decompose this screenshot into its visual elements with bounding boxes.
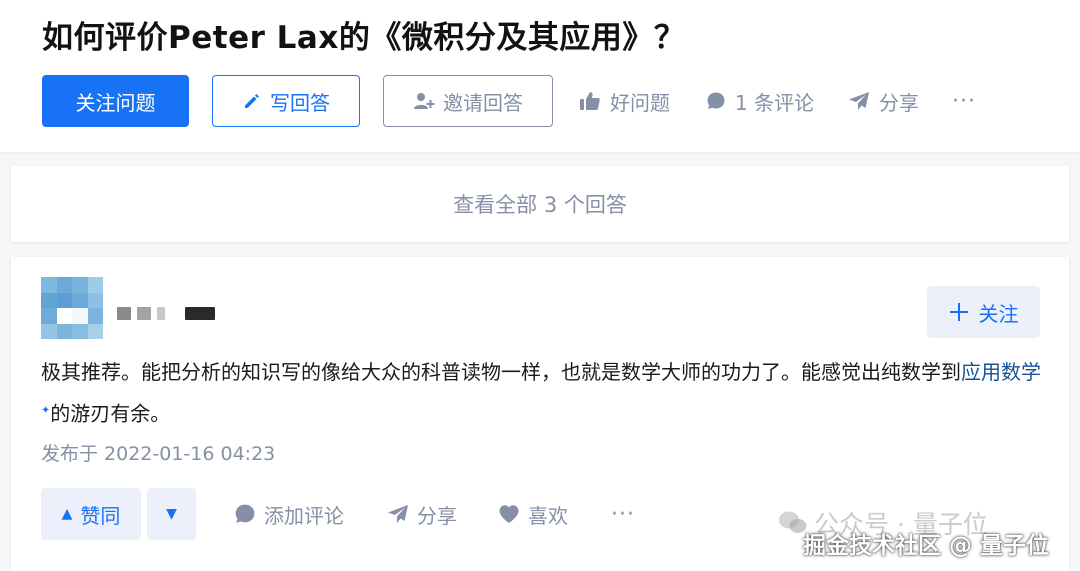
follow-author-button[interactable]: 关注 — [927, 286, 1040, 338]
write-answer-button[interactable]: 写回答 — [212, 75, 360, 127]
answer-more-button[interactable]: ··· — [611, 488, 635, 540]
answer-text-part1: 极其推荐。能把分析的知识写的像给大众的科普读物一样，也就是数学大师的功力了。能感… — [41, 360, 961, 384]
sparkle-icon: ✦ — [41, 403, 51, 416]
like-button[interactable]: 喜欢 — [498, 488, 568, 540]
publish-date[interactable]: 发布于 2022-01-16 04:23 — [41, 439, 275, 466]
question-header: 如何评价Peter Lax的《微积分及其应用》？ 关注问题 写回答 邀请回答 好… — [0, 0, 1080, 152]
upvote-icon: ▲ — [61, 506, 73, 522]
answer-share-label: 分享 — [417, 503, 457, 528]
upvote-button[interactable]: ▲ 赞同 — [41, 488, 141, 540]
comment-icon — [235, 504, 255, 523]
invite-answer-label: 邀请回答 — [443, 90, 523, 115]
applied-math-link-text: 应用数学 — [961, 360, 1041, 384]
more-icon: ··· — [952, 88, 976, 114]
question-share-label: 分享 — [879, 90, 919, 115]
add-user-icon — [414, 93, 435, 109]
view-all-answers-button[interactable]: 查看全部 3 个回答 — [11, 166, 1069, 242]
follow-author-label: 关注 — [978, 301, 1019, 326]
upvote-label: 赞同 — [80, 503, 121, 528]
answer-content: 极其推荐。能把分析的知识写的像给大众的科普读物一样，也就是数学大师的功力了。能感… — [41, 353, 1041, 433]
good-question-button[interactable]: 好问题 — [579, 75, 670, 127]
answer-text-part2: 的游刃有余。 — [50, 401, 171, 426]
watermark-juejin: 掘金技术社区 @ 量子位 — [803, 533, 1050, 559]
question-title[interactable]: 如何评价Peter Lax的《微积分及其应用》？ — [42, 12, 685, 57]
share-icon — [388, 505, 408, 523]
follow-question-label: 关注问题 — [75, 90, 156, 115]
downvote-button[interactable]: ▼ — [147, 488, 196, 540]
question-more-button[interactable]: ··· — [952, 75, 976, 127]
view-all-answers-label: 查看全部 3 个回答 — [453, 193, 627, 217]
comment-icon — [707, 92, 725, 109]
add-comment-button[interactable]: 添加评论 — [234, 488, 344, 540]
question-comment-button[interactable]: 1 条评论 — [706, 75, 814, 127]
author-name-redacted[interactable] — [117, 307, 215, 320]
invite-answer-button[interactable]: 邀请回答 — [383, 75, 553, 127]
downvote-icon: ▼ — [166, 506, 177, 522]
plus-icon — [949, 303, 968, 321]
avatar[interactable] — [41, 277, 103, 339]
more-icon: ··· — [611, 501, 635, 527]
like-label: 喜欢 — [528, 503, 568, 528]
share-icon — [849, 92, 869, 110]
follow-question-button[interactable]: 关注问题 — [42, 75, 189, 127]
write-answer-label: 写回答 — [270, 90, 330, 115]
question-comment-label: 1 条评论 — [735, 90, 815, 115]
answer-share-button[interactable]: 分享 — [387, 488, 457, 540]
add-comment-label: 添加评论 — [264, 503, 344, 528]
thumbs-up-icon — [580, 92, 600, 110]
question-share-button[interactable]: 分享 — [848, 75, 919, 127]
pencil-icon — [245, 94, 259, 108]
good-question-label: 好问题 — [610, 90, 670, 115]
heart-icon — [499, 505, 519, 523]
